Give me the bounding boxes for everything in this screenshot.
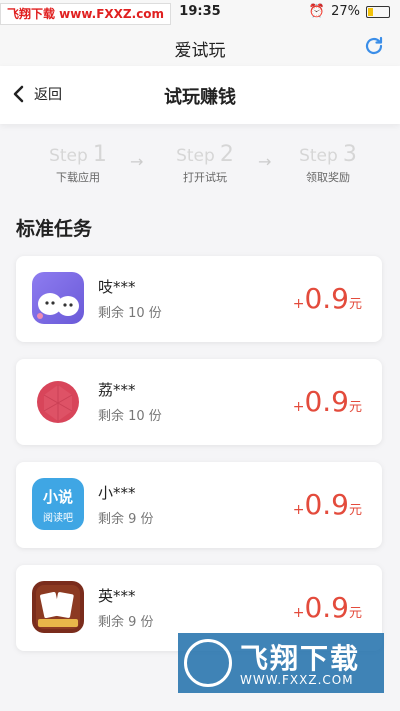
reward-unit: 元 [348, 503, 362, 518]
task-remaining: 剩余 10 份 [98, 306, 162, 321]
step-3: Step 3 领取奖励 [268, 142, 388, 185]
reward-amount: 0.9 [304, 282, 349, 315]
task-name: 荔*** [98, 381, 136, 399]
reward-plus: + [292, 296, 305, 312]
watermark-logo: 飞翔下载 WWW.FXXZ.COM [178, 633, 384, 693]
battery-icon [366, 5, 390, 18]
back-button[interactable]: 返回 [12, 84, 62, 104]
refresh-icon[interactable] [362, 34, 386, 58]
step-word: Step [176, 146, 215, 166]
task-remaining: 剩余 9 份 [98, 512, 154, 527]
task-reward: + 0.9 元 [293, 282, 362, 315]
logo-circle-icon [184, 639, 232, 687]
alarm-icon: ⏰ [308, 4, 326, 19]
reward-amount: 0.9 [304, 591, 349, 624]
reward-amount: 0.9 [304, 385, 349, 418]
reward-unit: 元 [348, 400, 362, 415]
step-label: 打开试玩 [183, 171, 227, 184]
steps-indicator: Step 1 下载应用 → Step 2 打开试玩 → Step 3 领取奖励 [0, 142, 400, 190]
section-title: 标准任务 [16, 218, 93, 240]
app-header: 爱试玩 [0, 26, 400, 67]
novel-reader-icon: 小说 阅读吧 [32, 478, 84, 530]
step-number: 3 [342, 142, 357, 167]
reward-unit: 元 [348, 297, 362, 312]
task-remaining: 剩余 10 份 [98, 409, 162, 424]
status-right: ⏰ 27% [309, 4, 390, 19]
task-reward: + 0.9 元 [293, 488, 362, 521]
task-card[interactable]: 荔*** 剩余 10 份 + 0.9 元 [16, 359, 382, 445]
step-2: Step 2 打开试玩 [145, 142, 265, 185]
step-label: 领取奖励 [306, 171, 350, 184]
app-title: 爱试玩 [174, 41, 226, 61]
task-remaining: 剩余 9 份 [98, 615, 154, 630]
task-reward: + 0.9 元 [293, 591, 362, 624]
task-card[interactable]: 小说 阅读吧 小*** 剩余 9 份 + 0.9 元 [16, 462, 382, 548]
step-label: 下载应用 [56, 171, 100, 184]
reward-unit: 元 [348, 606, 362, 621]
step-word: Step [49, 146, 88, 166]
icon-text: 阅读吧 [43, 513, 73, 524]
reward-plus: + [292, 502, 305, 518]
battery-percent: 27% [331, 4, 360, 19]
arrow-right-icon: → [130, 152, 144, 171]
icon-text: 小说 [42, 488, 73, 506]
watermark-title: 飞翔下载 [240, 642, 361, 675]
chevron-left-icon [13, 85, 24, 103]
lychee-icon [32, 375, 84, 427]
task-name: 吱*** [98, 278, 136, 296]
step-number: 2 [219, 142, 234, 167]
task-reward: + 0.9 元 [293, 385, 362, 418]
reward-plus: + [292, 605, 305, 621]
poker-game-icon [32, 581, 84, 633]
task-card[interactable]: 吱*** 剩余 10 份 + 0.9 元 [16, 256, 382, 342]
reward-plus: + [292, 399, 305, 415]
step-word: Step [299, 146, 338, 166]
step-1: Step 1 下载应用 [18, 142, 138, 185]
nav-bar: 返回 试玩赚钱 [0, 66, 400, 124]
task-name: 小*** [98, 484, 136, 502]
task-name: 英*** [98, 587, 136, 605]
step-number: 1 [92, 142, 107, 167]
reward-amount: 0.9 [304, 488, 349, 521]
watermark-url: WWW.FXXZ.COM [240, 673, 354, 687]
back-label: 返回 [34, 87, 62, 103]
status-bar: 飞翔下载 www.FXXZ.com 19:35 ⏰ 27% [0, 0, 400, 26]
cartoon-app-icon [32, 272, 84, 324]
